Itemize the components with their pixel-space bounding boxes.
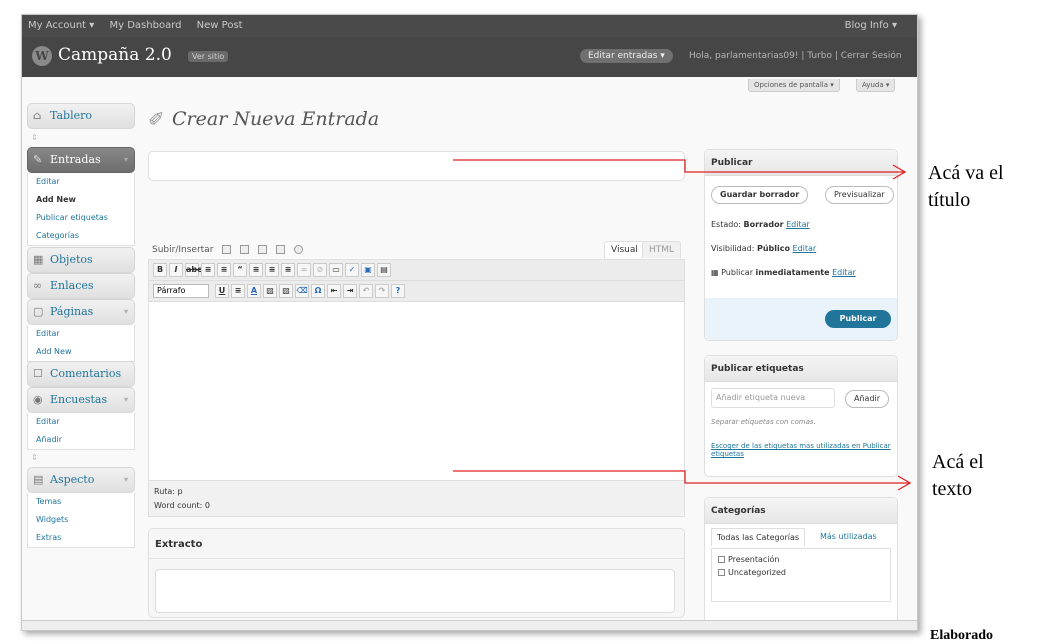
annotation-arrow-line bbox=[453, 470, 910, 484]
annotation-arrow-line bbox=[453, 159, 905, 173]
annotation-title-note: Acá va el título bbox=[928, 162, 1004, 211]
annotation-arrows bbox=[453, 159, 912, 491]
footer-caption: Elaborado bbox=[930, 628, 994, 643]
annotation-text-note: Acá el texto bbox=[932, 451, 984, 500]
